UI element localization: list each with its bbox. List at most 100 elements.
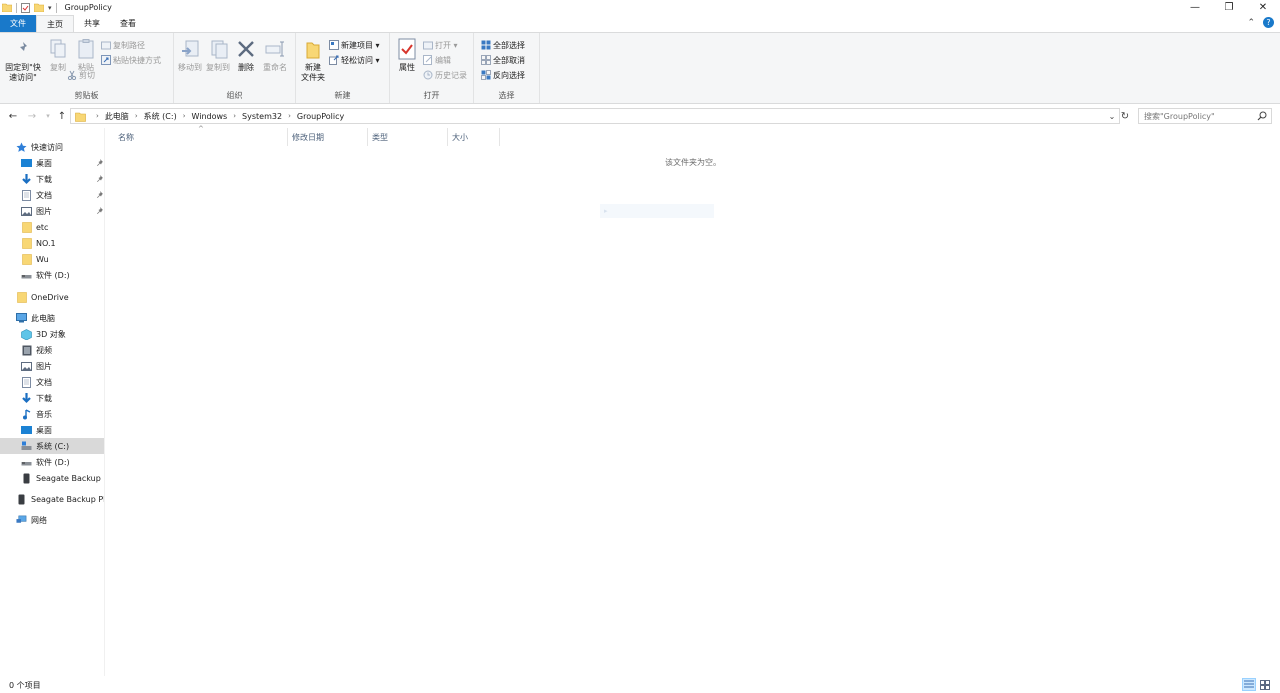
sidebar-item-this-pc[interactable]: 此电脑	[16, 311, 55, 325]
history-button[interactable]: 历史记录	[422, 69, 467, 81]
desktop-icon	[21, 425, 32, 436]
sidebar-item-network[interactable]: 网络	[16, 513, 47, 527]
invert-selection-button[interactable]: 反向选择	[480, 69, 525, 81]
column-header-type[interactable]: 类型	[360, 128, 448, 146]
minimize-button[interactable]: —	[1178, 0, 1212, 15]
column-header-date-modified[interactable]: 修改日期	[280, 128, 368, 146]
search-input[interactable]	[1144, 111, 1254, 121]
tab-share[interactable]: 共享	[74, 15, 110, 32]
sidebar-item-music[interactable]: 音乐	[21, 407, 52, 421]
pin-icon[interactable]	[96, 207, 103, 216]
picture-icon	[21, 361, 32, 372]
paste-shortcut-icon	[100, 55, 111, 66]
copy-path-button[interactable]: 复制路径	[100, 39, 161, 51]
close-button[interactable]: ✕	[1246, 0, 1280, 15]
sidebar-item-drive-d[interactable]: 软件 (D:)	[21, 268, 70, 282]
back-button[interactable]: ←	[5, 108, 21, 124]
chevron-down-icon[interactable]: ⌄	[1105, 109, 1119, 123]
sidebar-item-videos[interactable]: 视频	[21, 343, 52, 357]
system-drive-icon	[21, 441, 32, 452]
sidebar-item-etc[interactable]: etc	[21, 220, 48, 234]
tab-home[interactable]: 主页	[36, 15, 74, 32]
column-header-name[interactable]: 名称 ^	[106, 125, 288, 146]
sidebar-item-desktop-pc[interactable]: 桌面	[21, 423, 52, 437]
address-bar[interactable]: › 此电脑 › 系统 (C:) › Windows › System32 › G…	[70, 108, 1120, 124]
easy-access-button[interactable]: 轻松访问 ▾	[328, 54, 380, 66]
breadcrumb-this-pc[interactable]: 此电脑	[105, 111, 129, 122]
chevron-down-icon[interactable]: ▾	[48, 4, 52, 12]
sidebar-item-seagate-pc[interactable]: Seagate Backup P	[21, 471, 104, 485]
sidebar-item-drive-d-pc[interactable]: 软件 (D:)	[21, 455, 70, 469]
column-header-size[interactable]: 大小	[440, 128, 500, 146]
refresh-icon[interactable]: ↻	[1118, 108, 1132, 124]
move-to-label: 移动到	[178, 63, 202, 72]
tab-view[interactable]: 查看	[110, 15, 146, 32]
pin-icon[interactable]	[96, 175, 103, 184]
search-icon[interactable]	[1257, 111, 1267, 123]
sidebar-item-3d-objects[interactable]: 3D 对象	[21, 327, 66, 341]
breadcrumb-system-c[interactable]: 系统 (C:)	[144, 111, 177, 122]
forward-button[interactable]: →	[24, 108, 40, 124]
open-button[interactable]: 打开 ▾	[422, 39, 467, 51]
details-view-button[interactable]	[1242, 678, 1256, 691]
arrow-icon: ▸	[604, 207, 608, 215]
pin-icon	[11, 37, 35, 61]
breadcrumb-system32[interactable]: System32	[242, 112, 282, 121]
select-none-button[interactable]: 全部取消	[480, 54, 525, 66]
breadcrumb-separator-icon[interactable]: ›	[183, 112, 186, 120]
pin-icon[interactable]	[96, 159, 103, 168]
help-icon[interactable]: ?	[1263, 17, 1274, 28]
tab-file[interactable]: 文件	[0, 15, 36, 32]
sidebar-item-desktop[interactable]: 桌面	[21, 156, 104, 170]
easy-access-icon	[328, 55, 339, 66]
select-all-icon	[480, 40, 491, 51]
desktop-icon	[21, 158, 32, 169]
sidebar-item-pictures[interactable]: 图片	[21, 204, 104, 218]
network-icon	[16, 515, 27, 526]
group-label-organize: 组织	[226, 91, 243, 100]
edit-button[interactable]: 编辑	[422, 54, 467, 66]
breadcrumb-separator-icon[interactable]: ›	[96, 112, 99, 120]
properties-icon[interactable]	[21, 2, 30, 13]
chevron-up-icon[interactable]: ⌃	[1247, 18, 1255, 28]
paste-shortcut-button[interactable]: 粘贴快捷方式	[100, 54, 161, 66]
new-folder-icon[interactable]	[34, 3, 44, 12]
sidebar-item-downloads[interactable]: 下载	[21, 172, 104, 186]
sidebar-item-quick-access[interactable]: 快速访问	[16, 140, 63, 154]
select-all-button[interactable]: 全部选择	[480, 39, 525, 51]
breadcrumb-separator-icon[interactable]: ›	[288, 112, 291, 120]
sort-ascending-icon: ^	[198, 125, 204, 133]
sidebar-item-no1[interactable]: NO.1	[21, 236, 56, 250]
quick-access-toolbar: ▾	[0, 0, 61, 15]
sidebar-item-system-c[interactable]: 系统 (C:)	[0, 438, 104, 454]
ribbon-group-open: 属性 打开 ▾ 编辑 历史记录 打开	[390, 33, 474, 103]
restore-button[interactable]: ❐	[1212, 0, 1246, 15]
sidebar-item-seagate[interactable]: Seagate Backup Plu	[16, 492, 104, 506]
status-bar: 0 个项目	[0, 677, 1280, 693]
breadcrumb-separator-icon[interactable]: ›	[135, 112, 138, 120]
sidebar-item-onedrive[interactable]: OneDrive	[16, 290, 69, 304]
download-icon	[21, 173, 32, 185]
sidebar-item-wu[interactable]: Wu	[21, 252, 49, 266]
breadcrumb-separator-icon[interactable]: ›	[233, 112, 236, 120]
ribbon-group-clipboard: 固定到"快 速访问" 复制 粘贴 复制路径 粘贴快捷方式 剪切 剪贴板	[0, 33, 174, 103]
breadcrumb-windows[interactable]: Windows	[192, 112, 228, 121]
navigation-pane: 快速访问 桌面 下载 文档 图片 etc NO.1 Wu 软件 (D:) One…	[0, 128, 105, 676]
group-label-new: 新建	[334, 91, 351, 100]
cut-button[interactable]: 剪切	[66, 69, 161, 81]
new-item-button[interactable]: 新建项目 ▾	[328, 39, 380, 51]
folder-icon	[75, 111, 86, 122]
sidebar-item-documents-pc[interactable]: 文档	[21, 375, 52, 389]
copy-icon	[46, 37, 70, 61]
copy-to-icon	[206, 37, 230, 61]
sidebar-item-pictures-pc[interactable]: 图片	[21, 359, 52, 373]
sidebar-item-documents[interactable]: 文档	[21, 188, 104, 202]
search-box[interactable]	[1138, 108, 1272, 124]
ribbon: 固定到"快 速访问" 复制 粘贴 复制路径 粘贴快捷方式 剪切 剪贴板 移动到 …	[0, 32, 1280, 104]
breadcrumb-grouppolicy[interactable]: GroupPolicy	[297, 112, 344, 121]
window-title: GroupPolicy	[64, 3, 112, 12]
up-button[interactable]: ↑	[54, 108, 70, 124]
large-icons-view-button[interactable]	[1258, 678, 1272, 691]
sidebar-item-downloads-pc[interactable]: 下载	[21, 391, 52, 405]
pin-icon[interactable]	[96, 191, 103, 200]
